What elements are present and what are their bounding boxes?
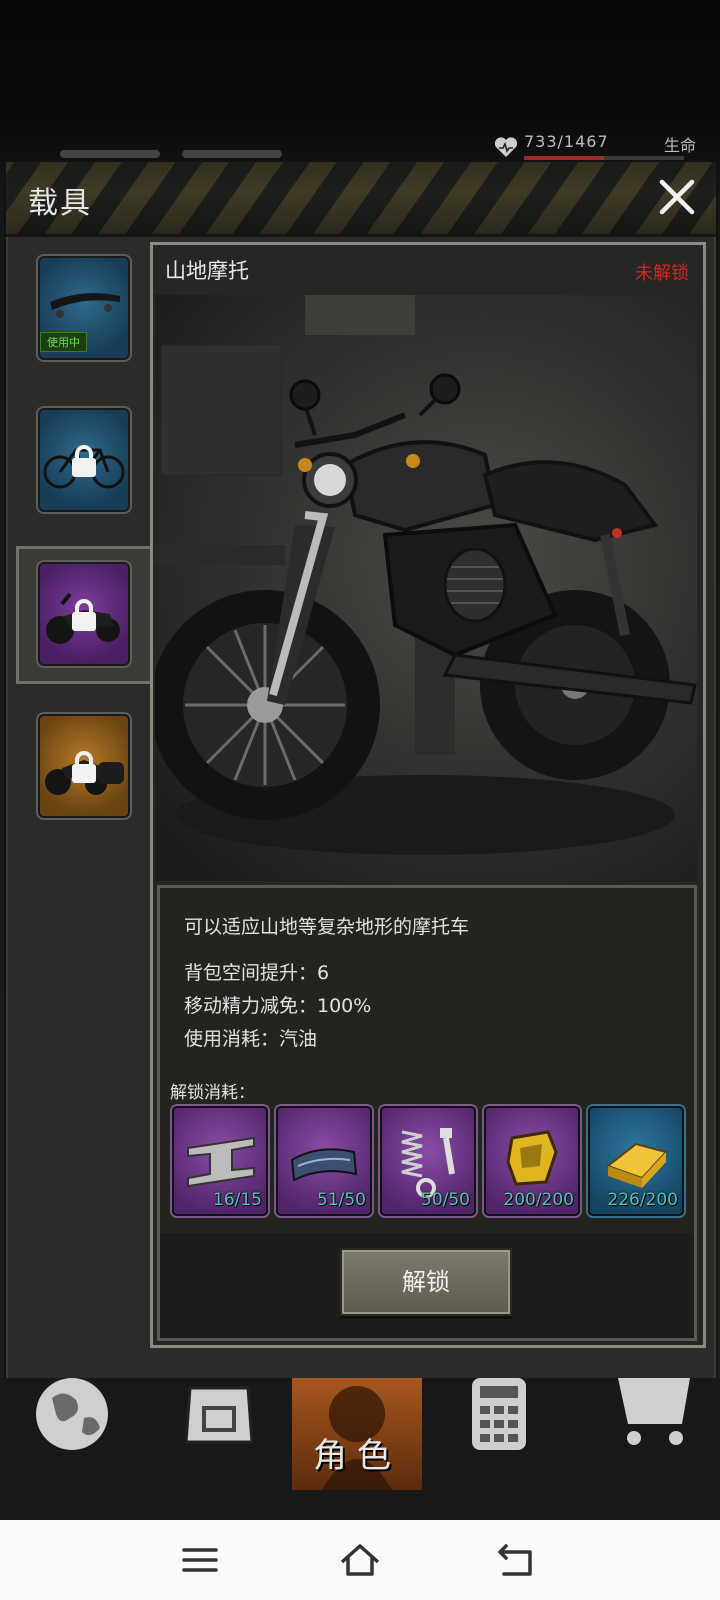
vehicle-description-box: 可以适应山地等复杂地形的摩托车 背包空间提升：6 移动精力减免：100% 使用消…	[157, 885, 697, 1341]
system-nav-bar	[0, 1520, 720, 1600]
back-icon[interactable]	[494, 1538, 542, 1582]
vehicle-preview-image	[155, 295, 697, 881]
nav-character-label: 角色	[313, 1436, 401, 1476]
hud-status-bar	[60, 150, 160, 158]
stat-backpack-space: 背包空间提升：6	[184, 962, 330, 984]
vehicle-slot-motorcycle[interactable]	[38, 562, 130, 666]
vehicle-list: 使用中	[16, 246, 156, 1366]
cost-count: 51/50	[317, 1190, 366, 1210]
cost-item-gold-nugget[interactable]: 200/200	[484, 1106, 580, 1216]
cart-icon	[604, 1378, 690, 1445]
vehicle-slot-skateboard[interactable]: 使用中	[38, 256, 130, 360]
in-use-tag: 使用中	[40, 332, 87, 352]
motorcycle-illustration	[155, 295, 697, 855]
vehicle-dialog: 载具 使用中 山地摩托 未解锁 可以适应山地等复杂地形的摩托车 背包空间提升：6…	[4, 160, 718, 1382]
cost-item-gold-bar[interactable]: 226/200	[588, 1106, 684, 1216]
close-icon[interactable]	[654, 174, 700, 220]
calculator-icon	[472, 1378, 526, 1450]
home-icon[interactable]	[336, 1538, 384, 1582]
backpack-icon	[184, 1386, 254, 1444]
vehicle-name: 山地摩托	[165, 259, 249, 283]
stat-stamina-reduction: 移动精力减免：100%	[184, 995, 372, 1017]
dialog-title: 载具	[28, 186, 92, 221]
health-value: 733/1467	[524, 132, 609, 151]
cost-count: 226/200	[607, 1190, 678, 1210]
nav-character[interactable]: 角色	[292, 1378, 422, 1490]
globe-icon	[36, 1378, 108, 1450]
cost-item-spring-bolt[interactable]: 50/50	[380, 1106, 476, 1216]
vehicle-detail-panel: 山地摩托 未解锁 可以适应山地等复杂地形的摩托车 背包空间提升：6 移动精力减免…	[150, 242, 706, 1348]
cost-item-steel-beam[interactable]: 16/15	[172, 1106, 268, 1216]
health-label: 生命	[664, 136, 697, 155]
cost-count: 200/200	[503, 1190, 574, 1210]
vehicle-description: 可以适应山地等复杂地形的摩托车	[184, 916, 470, 938]
stat-fuel-cost: 使用消耗：汽油	[184, 1028, 318, 1050]
heart-icon	[494, 137, 518, 157]
nav-shop[interactable]	[590, 1378, 710, 1490]
unlock-cost-label: 解锁消耗：	[170, 1083, 255, 1103]
dialog-header	[6, 162, 716, 237]
lock-icon	[72, 751, 96, 783]
menu-icon[interactable]	[176, 1538, 224, 1582]
nav-map[interactable]	[12, 1378, 132, 1490]
lock-icon	[72, 445, 96, 477]
cost-count: 50/50	[421, 1190, 470, 1210]
vehicle-slot-sidecar[interactable]	[38, 714, 130, 818]
lock-icon	[72, 599, 96, 631]
cost-count: 16/15	[213, 1190, 262, 1210]
cost-item-rubber[interactable]: 51/50	[276, 1106, 372, 1216]
unlock-status: 未解锁	[635, 263, 689, 284]
vehicle-slot-bicycle[interactable]	[38, 408, 130, 512]
nav-calculator[interactable]	[440, 1378, 560, 1490]
unlock-button[interactable]: 解锁	[340, 1248, 512, 1316]
nav-backpack[interactable]	[160, 1378, 280, 1490]
hud-status-bar	[182, 150, 282, 158]
game-bottom-nav: 角色	[0, 1378, 720, 1520]
